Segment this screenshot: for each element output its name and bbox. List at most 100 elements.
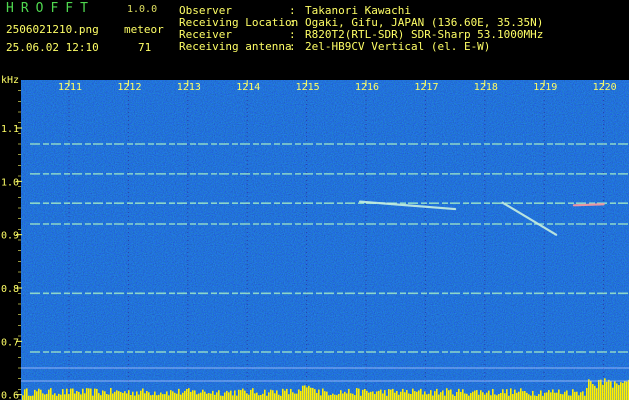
signal-bar — [144, 393, 146, 400]
signal-bar — [422, 394, 424, 400]
app-version: 1.0.0 — [127, 4, 158, 15]
signal-bar — [354, 395, 356, 400]
signal-bar — [550, 392, 552, 400]
signal-bar — [294, 393, 296, 400]
signal-bar — [130, 394, 132, 400]
signal-bar — [460, 391, 462, 400]
signal-bar — [116, 390, 118, 400]
signal-bar — [138, 394, 140, 400]
signal-bar — [536, 395, 538, 400]
signal-bar — [314, 389, 316, 400]
signal-bar — [486, 392, 488, 400]
signal-bar — [174, 392, 176, 400]
header-panel: HROFFT 1.0.0 2506021210.png 25.06.02 12:… — [0, 0, 629, 72]
signal-bar — [436, 388, 438, 400]
signal-bar — [458, 388, 460, 400]
x-tick-label: 1218 — [474, 82, 498, 93]
signal-bar — [238, 389, 240, 400]
signal-bar — [242, 388, 244, 400]
signal-bar — [554, 392, 556, 400]
signal-bar — [120, 392, 122, 400]
signal-bar — [352, 393, 354, 400]
signal-bar — [580, 392, 582, 400]
signal-bar — [76, 390, 78, 400]
signal-bar — [416, 391, 418, 400]
signal-bar — [398, 394, 400, 400]
y-unit-label: kHz — [1, 75, 19, 86]
signal-bar — [392, 388, 394, 400]
x-tick-label: 1213 — [177, 82, 201, 93]
signal-bar — [290, 388, 292, 400]
signal-bar — [68, 394, 70, 400]
signal-bar — [146, 391, 148, 400]
signal-bar — [624, 380, 626, 400]
signal-bar — [226, 390, 228, 400]
signal-bar — [168, 395, 170, 400]
signal-bar — [500, 392, 502, 400]
signal-bar — [252, 388, 254, 400]
signal-bar — [360, 395, 362, 400]
signal-bar — [620, 382, 622, 400]
signal-bar — [546, 392, 548, 400]
antenna-label: Receiving antenna — [179, 40, 292, 53]
signal-bar — [542, 395, 544, 400]
signal-bar — [524, 391, 526, 400]
signal-bar — [616, 383, 618, 400]
signal-bar — [350, 393, 352, 400]
signal-bar — [424, 391, 426, 400]
signal-bar — [530, 395, 532, 400]
signal-bar — [572, 389, 574, 400]
signal-bar — [362, 389, 364, 400]
signal-bar — [74, 393, 76, 400]
signal-bar — [148, 392, 150, 400]
signal-bar — [66, 388, 68, 400]
signal-bar — [406, 390, 408, 400]
signal-bar — [150, 395, 152, 400]
signal-bar — [428, 393, 430, 400]
signal-bar — [236, 395, 238, 400]
signal-bar — [452, 394, 454, 400]
signal-bar — [102, 390, 104, 400]
signal-bar — [538, 394, 540, 400]
signal-bar — [374, 394, 376, 400]
signal-bar — [412, 388, 414, 400]
signal-bar — [430, 390, 432, 400]
signal-bar — [346, 393, 348, 400]
signal-bar — [512, 394, 514, 400]
signal-bar — [612, 387, 614, 400]
signal-bar — [456, 392, 458, 400]
signal-bar — [372, 391, 374, 400]
signal-bar — [508, 395, 510, 400]
signal-bar — [446, 388, 448, 400]
signal-bar — [276, 390, 278, 400]
signal-bar — [468, 395, 470, 400]
signal-bar — [98, 393, 100, 400]
signal-bar — [112, 393, 114, 400]
x-tick-label: 1219 — [533, 82, 557, 93]
signal-bar — [344, 391, 346, 400]
signal-bar — [134, 395, 136, 400]
signal-bar — [390, 389, 392, 400]
signal-bar — [566, 390, 568, 400]
mode-label: meteor — [124, 23, 164, 36]
signal-bar — [570, 395, 572, 400]
signal-bar — [454, 395, 456, 400]
signal-bar — [266, 395, 268, 400]
signal-bar — [284, 390, 286, 400]
signal-bar — [366, 390, 368, 400]
signal-bar — [82, 388, 84, 400]
signal-bar — [600, 379, 602, 400]
y-tick-label: 0.8 — [1, 284, 19, 295]
signal-bar — [154, 391, 156, 400]
signal-bar — [498, 394, 500, 400]
signal-bar — [222, 395, 224, 400]
signal-bar — [448, 390, 450, 400]
signal-bar — [472, 391, 474, 400]
signal-bar — [92, 395, 94, 400]
signal-bar — [510, 388, 512, 400]
signal-bar — [548, 390, 550, 400]
signal-bar — [128, 390, 130, 400]
signal-bar — [364, 388, 366, 400]
signal-bar — [186, 388, 188, 400]
signal-bar — [470, 393, 472, 400]
